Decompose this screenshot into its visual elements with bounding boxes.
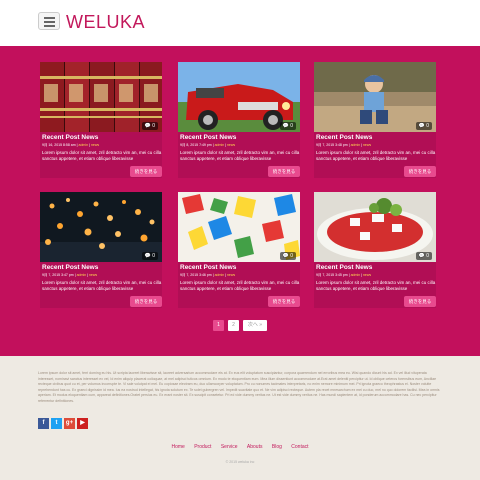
read-more-button[interactable]: 続きを見る bbox=[404, 166, 436, 177]
post-title[interactable]: Recent Post News bbox=[42, 134, 98, 141]
menu-line-icon bbox=[44, 17, 55, 19]
post-meta: 9月 7, 2015 3:45 pm | admin | news bbox=[316, 273, 372, 277]
post-card: 💬 0 Recent Post News 9月 7, 2015 3:48 pm … bbox=[314, 62, 436, 178]
post-excerpt: Lorem ipsum dolor sit amet, zril detract… bbox=[180, 150, 300, 161]
read-more-button[interactable]: 続きを見る bbox=[130, 166, 162, 177]
menu-line-icon bbox=[44, 21, 55, 23]
post-card: 💬 0 Recent Post News 9月 7, 2015 3:46 pm … bbox=[178, 192, 300, 308]
site-header: WELUKA bbox=[0, 0, 480, 46]
post-card: 💬 0 Recent Post News 9月 8, 2015 7:49 pm … bbox=[178, 62, 300, 178]
post-card: 💬 0 Recent Post News 9月 7, 2015 3:45 pm … bbox=[314, 192, 436, 308]
read-more-button[interactable]: 続きを見る bbox=[130, 296, 162, 307]
post-excerpt: Lorem ipsum dolor sit amet, zril detract… bbox=[316, 280, 436, 291]
hamburger-menu-button[interactable] bbox=[38, 12, 60, 30]
copyright-text: © 2015 weluka inc bbox=[225, 460, 255, 464]
twitter-icon[interactable]: t bbox=[51, 418, 62, 429]
post-title[interactable]: Recent Post News bbox=[316, 264, 372, 271]
footer-description: Lorem ipsum dolor sit amet, ferri doming… bbox=[38, 371, 440, 403]
pagination-next[interactable]: 次へ » bbox=[243, 320, 267, 331]
main-content: 💬 0 Recent Post News 9月 16, 2015 8:58 am… bbox=[0, 46, 480, 356]
post-meta: 9月 16, 2015 8:58 am | admin | news bbox=[42, 143, 100, 147]
pagination-page-2[interactable]: 2 bbox=[228, 320, 239, 331]
post-title[interactable]: Recent Post News bbox=[180, 264, 236, 271]
post-title[interactable]: Recent Post News bbox=[180, 134, 236, 141]
footer-nav-abouts[interactable]: Abouts bbox=[247, 444, 263, 450]
menu-line-icon bbox=[44, 25, 55, 27]
post-card: 💬 0 Recent Post News 9月 16, 2015 8:58 am… bbox=[40, 62, 162, 178]
post-meta: 9月 7, 2015 3:48 pm | admin | news bbox=[316, 143, 372, 147]
post-meta: 9月 7, 2015 3:47 pm | admin | news bbox=[42, 273, 98, 277]
comment-count-badge: 💬 0 bbox=[279, 252, 296, 260]
site-logo[interactable]: WELUKA bbox=[66, 12, 145, 33]
comment-count-badge: 💬 0 bbox=[415, 122, 432, 130]
google-plus-icon[interactable]: g+ bbox=[64, 418, 75, 429]
footer-nav-contact[interactable]: Contact bbox=[291, 444, 308, 450]
footer-nav: Home Product Service Abouts Blog Contact bbox=[0, 444, 480, 450]
post-title[interactable]: Recent Post News bbox=[316, 134, 372, 141]
comment-count-badge: 💬 0 bbox=[279, 122, 296, 130]
post-excerpt: Lorem ipsum dolor sit amet, zril detract… bbox=[42, 280, 162, 291]
comment-count-badge: 💬 0 bbox=[415, 252, 432, 260]
youtube-icon[interactable]: ▶ bbox=[77, 418, 88, 429]
footer-nav-product[interactable]: Product bbox=[194, 444, 211, 450]
site-footer: Lorem ipsum dolor sit amet, ferri doming… bbox=[0, 356, 480, 480]
footer-nav-service[interactable]: Service bbox=[221, 444, 238, 450]
post-excerpt: Lorem ipsum dolor sit amet, zril detract… bbox=[316, 150, 436, 161]
comment-count-badge: 💬 0 bbox=[141, 252, 158, 260]
post-meta: 9月 7, 2015 3:46 pm | admin | news bbox=[180, 273, 236, 277]
post-meta: 9月 8, 2015 7:49 pm | admin | news bbox=[180, 143, 236, 147]
read-more-button[interactable]: 続きを見る bbox=[268, 296, 300, 307]
comment-count-badge: 💬 0 bbox=[141, 122, 158, 130]
read-more-button[interactable]: 続きを見る bbox=[268, 166, 300, 177]
post-excerpt: Lorem ipsum dolor sit amet, zril detract… bbox=[42, 150, 162, 161]
pagination-page-1[interactable]: 1 bbox=[213, 320, 224, 331]
post-title[interactable]: Recent Post News bbox=[42, 264, 98, 271]
facebook-icon[interactable]: f bbox=[38, 418, 49, 429]
read-more-button[interactable]: 続きを見る bbox=[404, 296, 436, 307]
footer-nav-blog[interactable]: Blog bbox=[272, 444, 282, 450]
post-excerpt: Lorem ipsum dolor sit amet, zril detract… bbox=[180, 280, 300, 291]
post-card: 💬 0 Recent Post News 9月 7, 2015 3:47 pm … bbox=[40, 192, 162, 308]
footer-nav-home[interactable]: Home bbox=[171, 444, 184, 450]
